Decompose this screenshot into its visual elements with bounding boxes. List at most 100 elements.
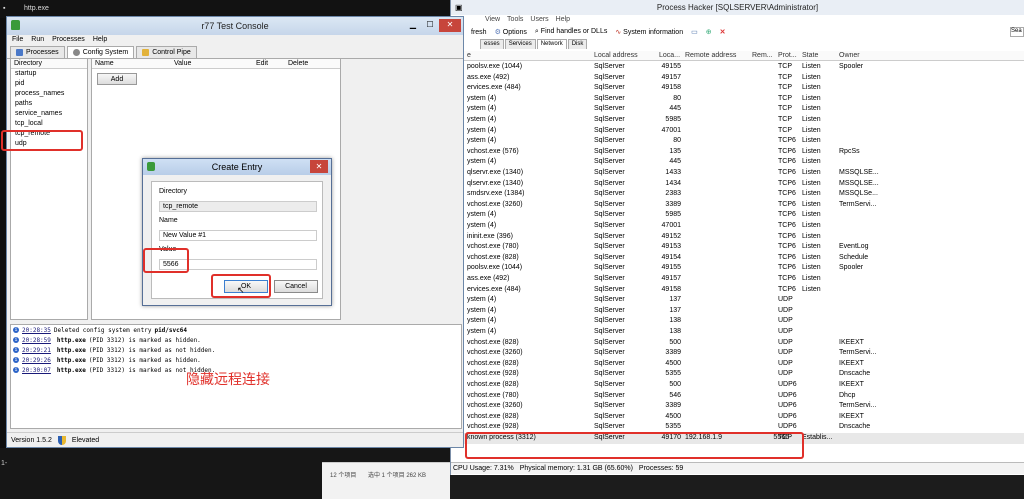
directory-item-service-names[interactable]: service_names [11, 109, 87, 119]
table-row[interactable]: ystem (4) SqlServer 5985 TCP Listen [451, 115, 1024, 126]
maximize-button[interactable]: ☐ [423, 19, 437, 32]
cell: ervices.exe (484) [467, 84, 521, 92]
log-time[interactable]: 20:28:35 [22, 327, 51, 334]
target-icon[interactable]: ⊕ [706, 28, 712, 36]
table-row[interactable]: smdsrv.exe (1384) SqlServer 2383 TCP6 Listen… [451, 189, 1024, 200]
cancel-button[interactable]: Cancel [274, 280, 318, 293]
table-row[interactable]: vchost.exe (828) SqlServer 500 UDP IKEEXT [451, 338, 1024, 349]
ph-menu-users[interactable]: Users [530, 15, 548, 25]
ph-menu-tools[interactable]: Tools [507, 15, 523, 25]
menu-file[interactable]: File [12, 35, 23, 45]
table-row[interactable]: vchost.exe (828) SqlServer 4500 UDP6 IKEEXT [451, 412, 1024, 423]
background-file[interactable]: http.exe [24, 5, 49, 12]
table-row[interactable]: vchost.exe (576) SqlServer 135 TCP6 Listen Rp… [451, 147, 1024, 158]
col-remote-port[interactable]: Rem... [752, 52, 773, 59]
table-row[interactable]: ystem (4) SqlServer 47001 TCP Listen [451, 126, 1024, 137]
options-button[interactable]: ⚙ Options [495, 28, 527, 36]
log-time[interactable]: 20:29:26 [22, 357, 51, 364]
ph-titlebar[interactable]: ▣ Process Hacker [SQLSERVER\Administrato… [451, 0, 1024, 15]
minimize-button[interactable]: ▁ [407, 19, 419, 32]
table-row[interactable]: vchost.exe (828) SqlServer 49154 TCP6 Listen… [451, 253, 1024, 264]
col-name[interactable]: e [467, 52, 471, 59]
search-input[interactable]: Sea [1010, 27, 1024, 37]
cell: SqlServer [594, 328, 625, 335]
menu-help[interactable]: Help [93, 35, 107, 45]
dialog-titlebar[interactable]: Create Entry ✕ [143, 159, 331, 175]
window-icon[interactable]: ▭ [691, 28, 698, 36]
table-row[interactable]: vchost.exe (928) SqlServer 5355 UDP Dnscache [451, 369, 1024, 380]
ph-menu-view[interactable]: View [485, 15, 500, 25]
add-button[interactable]: Add [97, 73, 137, 85]
directory-item-process-names[interactable]: process_names [11, 89, 87, 99]
col-protocol[interactable]: Prot... [778, 52, 797, 59]
tab-network[interactable]: Network [536, 39, 567, 49]
log-time[interactable]: 20:29:21 [22, 347, 51, 354]
cell: 5355 [665, 423, 681, 431]
cell: SqlServer [594, 222, 625, 229]
cell: TCP6 [778, 179, 796, 187]
terminate-icon[interactable]: ✕ [720, 28, 726, 36]
table-row[interactable]: ystem (4) SqlServer 5985 TCP6 Listen [451, 210, 1024, 221]
tab-control-pipe[interactable]: Control Pipe [136, 46, 197, 58]
log-time[interactable]: 20:30:07 [22, 367, 51, 374]
table-row[interactable]: ervices.exe (484) SqlServer 49158 TCP Listen [451, 83, 1024, 94]
refresh-button[interactable]: fresh [471, 29, 487, 36]
tab-processes[interactable]: esses [480, 39, 504, 49]
menu-processes[interactable]: Processes [52, 35, 85, 45]
system-information-button[interactable]: ∿ System information [615, 28, 683, 36]
table-row[interactable]: ystem (4) SqlServer 138 UDP [451, 316, 1024, 327]
table-row[interactable]: ystem (4) SqlServer 80 TCP6 Listen [451, 136, 1024, 147]
cell: TCP6 [778, 147, 796, 155]
r77-titlebar[interactable]: r77 Test Console ▁ ☐ ✕ [7, 17, 463, 35]
col-owner[interactable]: Owner [839, 52, 860, 59]
name-field[interactable]: New Value #1 [159, 230, 317, 241]
table-row[interactable]: ystem (4) SqlServer 445 TCP6 Listen [451, 157, 1024, 168]
tab-services[interactable]: Services [504, 39, 536, 49]
directory-item-pid[interactable]: pid [11, 79, 87, 89]
table-row[interactable]: vchost.exe (828) SqlServer 4500 UDP IKEEXT [451, 359, 1024, 370]
close-button[interactable]: ✕ [439, 19, 461, 32]
options-label: Options [502, 29, 527, 36]
cell: 49153 [661, 243, 681, 251]
table-row[interactable]: qlservr.exe (1340) SqlServer 1433 TCP6 Liste… [451, 168, 1024, 179]
table-row[interactable]: ystem (4) SqlServer 137 UDP [451, 306, 1024, 317]
table-row[interactable]: vchost.exe (3260) SqlServer 3389 UDP6 TermSe… [451, 401, 1024, 412]
table-row[interactable]: poolsv.exe (1044) SqlServer 49155 TCP6 Liste… [451, 263, 1024, 274]
menu-run[interactable]: Run [31, 35, 44, 45]
ph-menu-help[interactable]: Help [556, 15, 570, 25]
find-handles-button[interactable]: ⌕ Find handles or DLLs [535, 28, 607, 36]
col-state[interactable]: State [802, 52, 818, 59]
table-row[interactable]: ystem (4) SqlServer 47001 TCP6 Listen [451, 221, 1024, 232]
col-local-address[interactable]: Local address [594, 52, 638, 59]
table-row[interactable]: poolsv.exe (1044) SqlServer 49155 TCP Listen… [451, 62, 1024, 73]
table-row[interactable]: ystem (4) SqlServer 445 TCP Listen [451, 104, 1024, 115]
directory-item-tcp-local[interactable]: tcp_local [11, 119, 87, 129]
table-row[interactable]: ervices.exe (484) SqlServer 49158 TCP6 Liste… [451, 285, 1024, 296]
table-row[interactable]: vchost.exe (3260) SqlServer 3389 TCP6 Listen… [451, 200, 1024, 211]
table-row[interactable]: vchost.exe (780) SqlServer 546 UDP6 Dhcp [451, 391, 1024, 402]
table-row[interactable]: ininit.exe (396) SqlServer 49152 TCP6 Listen [451, 232, 1024, 243]
table-row[interactable]: qlservr.exe (1340) SqlServer 1434 TCP6 Liste… [451, 179, 1024, 190]
directory-item-paths[interactable]: paths [11, 99, 87, 109]
table-row[interactable]: ystem (4) SqlServer 80 TCP Listen [451, 94, 1024, 105]
tab-disk[interactable]: Disk [567, 39, 588, 49]
table-row[interactable]: ystem (4) SqlServer 137 UDP [451, 295, 1024, 306]
table-row[interactable]: vchost.exe (3260) SqlServer 3389 UDP TermSer… [451, 348, 1024, 359]
table-row[interactable]: vchost.exe (828) SqlServer 500 UDP6 IKEEXT [451, 380, 1024, 391]
tab-processes[interactable]: Processes [10, 46, 65, 58]
table-row[interactable]: ass.exe (492) SqlServer 49157 TCP Listen [451, 73, 1024, 84]
col-remote-address[interactable]: Remote address [685, 52, 736, 59]
table-row[interactable]: ass.exe (492) SqlServer 49157 TCP6 Listen [451, 274, 1024, 285]
cell: Listen [802, 264, 821, 272]
highlight-unknown-process [465, 432, 804, 459]
table-row[interactable]: ystem (4) SqlServer 138 UDP [451, 327, 1024, 338]
cell: TCP [778, 73, 792, 81]
cell: vchost.exe (928) [467, 370, 519, 378]
col-local-port[interactable]: Loca... [659, 52, 680, 59]
table-row[interactable]: vchost.exe (780) SqlServer 49153 TCP6 Listen… [451, 242, 1024, 253]
dialog-close-button[interactable]: ✕ [310, 160, 328, 173]
log-time[interactable]: 20:28:59 [22, 337, 51, 344]
directory-item-startup[interactable]: startup [11, 69, 87, 79]
tab-config-system[interactable]: Config System [66, 46, 135, 58]
cell: 5355 [665, 370, 681, 378]
